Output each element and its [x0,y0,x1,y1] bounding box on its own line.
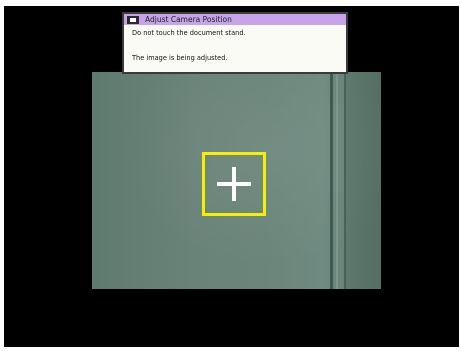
document-stand-side [346,72,381,289]
document-stand-edge [330,72,333,289]
adjust-camera-dialog: Adjust Camera Position Do not touch the … [122,12,348,74]
camera-window-icon [127,15,139,24]
center-target-box [202,152,266,216]
camera-adjust-screen: Adjust Camera Position Do not touch the … [4,6,459,347]
warning-message: Do not touch the document stand. [132,29,246,37]
crosshair-icon-vertical [232,167,236,201]
document-stand-highlight [336,72,338,289]
dialog-titlebar: Adjust Camera Position [124,14,346,25]
status-message: The image is being adjusted. [132,54,228,62]
camera-preview [92,72,381,289]
dialog-title: Adjust Camera Position [145,15,232,24]
